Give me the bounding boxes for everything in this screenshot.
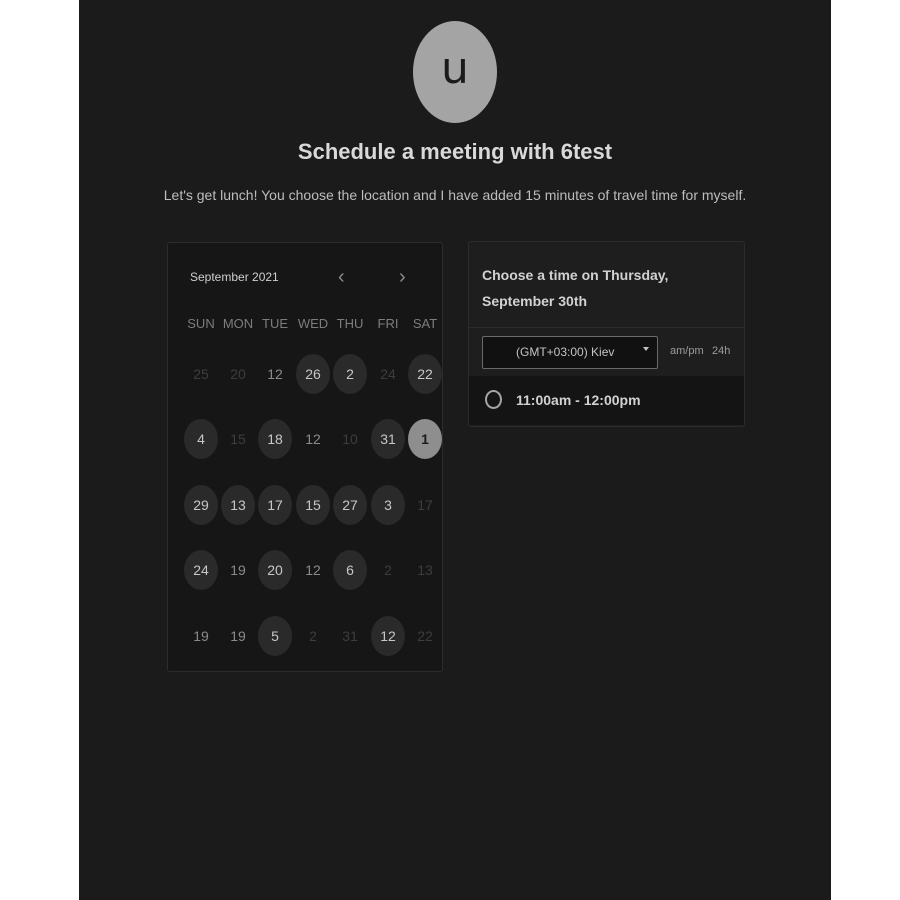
calendar-day: 12 xyxy=(267,366,283,382)
weekday-label: THU xyxy=(336,316,364,331)
divider xyxy=(469,327,744,328)
calendar-day: 15 xyxy=(230,431,246,447)
calendar-day[interactable]: 24 xyxy=(184,550,218,590)
calendar-day: 2 xyxy=(384,562,392,578)
calendar-day: 24 xyxy=(380,366,396,382)
calendar-day[interactable]: 5 xyxy=(258,616,292,656)
weekday-label: SUN xyxy=(187,316,215,331)
booking-page: u Schedule a meeting with 6test Let's ge… xyxy=(79,0,831,900)
calendar-day[interactable]: 6 xyxy=(333,550,367,590)
time-slot[interactable]: 11:00am - 12:00pm xyxy=(469,376,744,425)
calendar-day[interactable]: 4 xyxy=(184,419,218,459)
calendar-day: 19 xyxy=(230,562,246,578)
calendar-day: 31 xyxy=(342,628,358,644)
calendar-day: 22 xyxy=(417,628,433,644)
calendar-day[interactable]: 13 xyxy=(221,485,255,525)
calendar-day[interactable]: 12 xyxy=(371,616,405,656)
calendar-day: 12 xyxy=(305,431,321,447)
calendar-day[interactable]: 15 xyxy=(296,485,330,525)
calendar-day[interactable]: 29 xyxy=(184,485,218,525)
calendar-day[interactable]: 18 xyxy=(258,419,292,459)
weekday-label: WED xyxy=(297,316,329,331)
weekday-label: SAT xyxy=(412,316,438,331)
calendar-day[interactable]: 22 xyxy=(408,354,442,394)
calendar-day: 13 xyxy=(417,562,433,578)
caret-down-icon xyxy=(643,347,649,351)
calendar-day: 2 xyxy=(309,628,317,644)
calendar-day: 17 xyxy=(417,497,433,513)
chevron-right-icon[interactable]: › xyxy=(399,267,406,287)
calendar-day[interactable]: 31 xyxy=(371,419,405,459)
calendar-day: 19 xyxy=(193,628,209,644)
weekday-label: FRI xyxy=(377,316,399,331)
calendar-day: 12 xyxy=(305,562,321,578)
calendar-day: 20 xyxy=(230,366,246,382)
calendar-day[interactable]: 3 xyxy=(371,485,405,525)
time-picker-heading: Choose a time on Thursday, September 30t… xyxy=(482,267,669,309)
format-24h-toggle[interactable]: 24h xyxy=(712,345,730,357)
weekday-label: MON xyxy=(222,316,254,331)
month-label: September 2021 xyxy=(190,270,279,284)
timezone-select[interactable]: (GMT+03:00) Kiev xyxy=(482,336,658,369)
avatar: u xyxy=(413,21,497,123)
chevron-left-icon[interactable]: ‹ xyxy=(338,267,345,287)
calendar-day[interactable]: 20 xyxy=(258,550,292,590)
weekday-label: TUE xyxy=(262,316,288,331)
calendar-panel: September 2021 ‹ › SUN MON TUE WED THU FRI SAT… xyxy=(167,242,443,672)
calendar-day: 19 xyxy=(230,628,246,644)
radio-icon[interactable] xyxy=(485,390,502,409)
calendar-day[interactable]: 17 xyxy=(258,485,292,525)
time-picker-panel: Choose a time on Thursday, September 30t… xyxy=(468,241,745,427)
format-ampm-toggle[interactable]: am/pm xyxy=(670,345,704,357)
calendar-day[interactable]: 27 xyxy=(333,485,367,525)
calendar-day: 10 xyxy=(342,431,358,447)
calendar-day[interactable]: 26 xyxy=(296,354,330,394)
calendar-day: 25 xyxy=(193,366,209,382)
selected-day[interactable]: 1 xyxy=(408,419,442,459)
timezone-value: (GMT+03:00) Kiev xyxy=(516,345,615,359)
time-slot-label: 11:00am - 12:00pm xyxy=(516,392,641,408)
calendar-day[interactable]: 2 xyxy=(333,354,367,394)
page-title: Schedule a meeting with 6test xyxy=(297,139,613,164)
event-description: Let's get lunch! You choose the location… xyxy=(163,187,747,203)
